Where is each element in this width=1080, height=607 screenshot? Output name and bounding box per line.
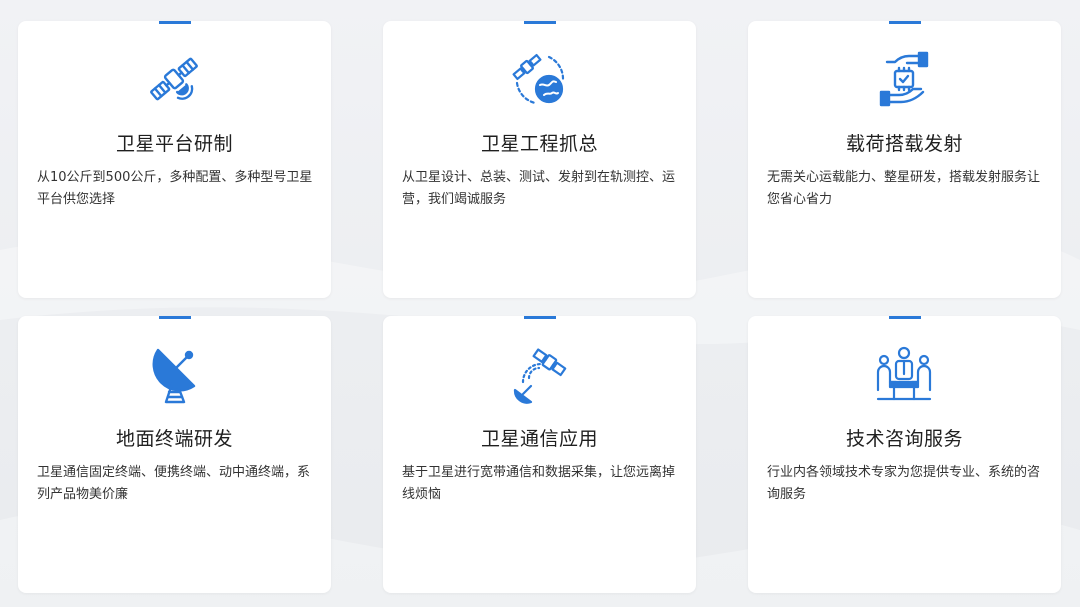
card-accent-bar: [524, 316, 556, 319]
satellite-dish-icon: [144, 344, 204, 404]
card-description: 无需关心运载能力、整星研发，搭载发射服务让您省心省力: [767, 170, 1041, 207]
card-accent-bar: [524, 21, 556, 24]
services-grid: 卫星平台研制 从10公斤到500公斤，多种配置、多种型号卫星平台供您选择 卫星工…: [0, 0, 1080, 607]
card-description: 卫星通信固定终端、便携终端、动中通终端，系列产品物美价廉: [37, 465, 311, 502]
card-description: 从10公斤到500公斤，多种配置、多种型号卫星平台供您选择: [37, 170, 313, 207]
card-title: 卫星平台研制: [115, 133, 233, 155]
hands-chip-icon: [874, 49, 934, 109]
card-description: 基于卫星进行宽带通信和数据采集，让您远离掉线烦恼: [402, 465, 676, 502]
satellite-icon: [144, 49, 204, 109]
card-title: 卫星工程抓总: [480, 133, 598, 155]
card-title: 地面终端研发: [115, 428, 233, 450]
consulting-meeting-icon: [874, 344, 934, 404]
service-card-satellite-platform[interactable]: 卫星平台研制 从10公斤到500公斤，多种配置、多种型号卫星平台供您选择: [18, 21, 331, 298]
service-card-technical-consulting[interactable]: 技术咨询服务 行业内各领域技术专家为您提供专业、系统的咨询服务: [748, 316, 1061, 593]
service-card-payload-launch[interactable]: 载荷搭载发射 无需关心运载能力、整星研发，搭载发射服务让您省心省力: [748, 21, 1061, 298]
card-accent-bar: [159, 21, 191, 24]
card-accent-bar: [889, 316, 921, 319]
card-accent-bar: [889, 21, 921, 24]
satellite-signal-icon: [509, 344, 569, 404]
card-title: 载荷搭载发射: [845, 133, 963, 155]
service-card-satellite-engineering[interactable]: 卫星工程抓总 从卫星设计、总装、测试、发射到在轨测控、运营，我们竭诚服务: [383, 21, 696, 298]
card-title: 卫星通信应用: [480, 428, 598, 450]
satellite-earth-orbit-icon: [509, 49, 569, 109]
card-title: 技术咨询服务: [845, 428, 963, 450]
card-description: 从卫星设计、总装、测试、发射到在轨测控、运营，我们竭诚服务: [402, 170, 676, 207]
card-accent-bar: [159, 316, 191, 319]
card-description: 行业内各领域技术专家为您提供专业、系统的咨询服务: [767, 465, 1041, 502]
service-card-ground-terminal[interactable]: 地面终端研发 卫星通信固定终端、便携终端、动中通终端，系列产品物美价廉: [18, 316, 331, 593]
service-card-satellite-communication[interactable]: 卫星通信应用 基于卫星进行宽带通信和数据采集，让您远离掉线烦恼: [383, 316, 696, 593]
